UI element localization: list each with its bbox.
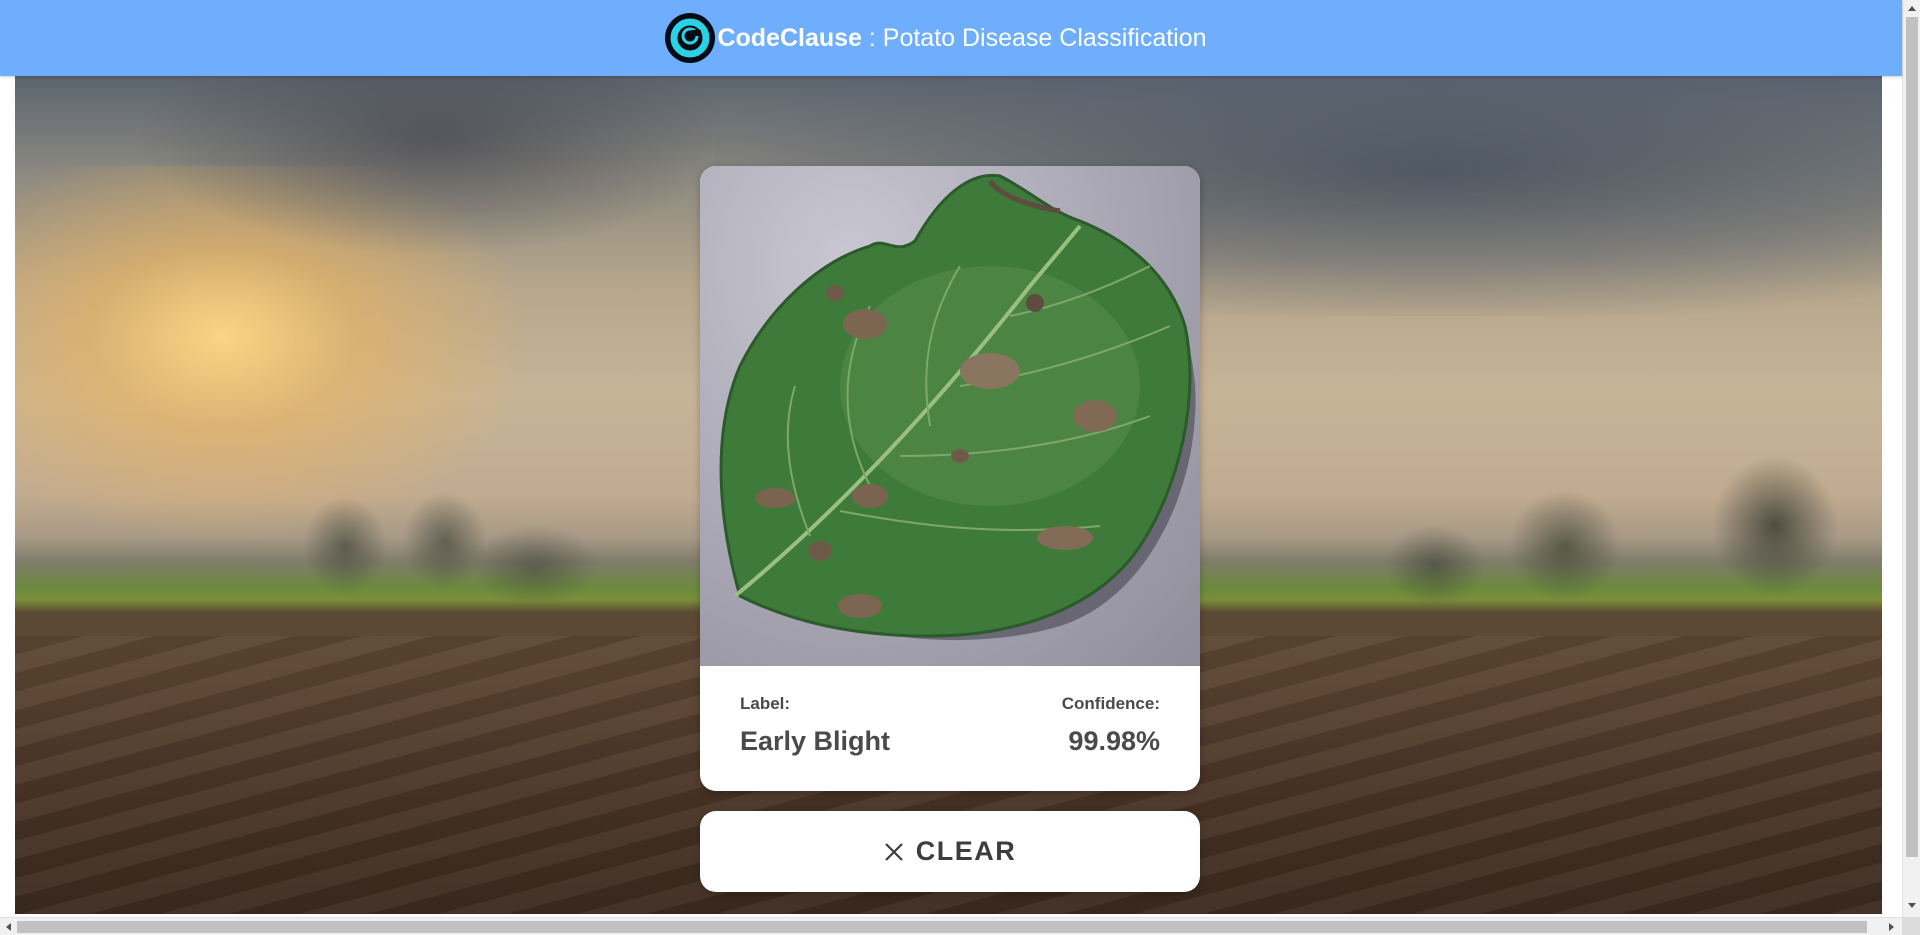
app-header: CodeClause : Potato Disease Classificati… <box>0 0 1902 76</box>
label-value: Early Blight <box>740 726 891 756</box>
scroll-right-arrow-icon[interactable] <box>1889 923 1894 931</box>
horizontal-scrollbar-thumb[interactable] <box>17 921 1867 933</box>
brand: CodeClause : Potato Disease Classificati… <box>665 13 1207 63</box>
label-column: Label: Early Blight <box>740 692 890 757</box>
scroll-down-arrow-icon[interactable] <box>1908 903 1916 908</box>
clear-button-label: CLEAR <box>915 836 1017 866</box>
page-title: CodeClause : Potato Disease Classificati… <box>717 24 1206 53</box>
clear-button[interactable]: CLEAR <box>700 811 1200 892</box>
confidence-caption: Confidence: <box>1061 694 1160 713</box>
confidence-column: Confidence: 99.98% <box>1062 692 1160 757</box>
prediction-details: Label: Early Blight Confidence: 99.98% <box>740 692 1160 757</box>
close-icon <box>884 842 903 861</box>
vertical-scrollbar[interactable] <box>1902 0 1920 917</box>
page-subtitle: : Potato Disease Classification <box>861 23 1207 52</box>
scroll-left-arrow-icon[interactable] <box>6 923 11 931</box>
scroll-up-arrow-icon[interactable] <box>1908 6 1916 11</box>
label-caption: Label: <box>740 694 791 713</box>
vertical-scrollbar-thumb[interactable] <box>1906 17 1918 857</box>
horizontal-scrollbar[interactable] <box>0 917 1902 935</box>
uploaded-leaf-image <box>700 166 1200 666</box>
scrollbar-corner <box>1902 917 1920 935</box>
codeclause-logo-icon <box>665 13 716 63</box>
confidence-value: 99.98% <box>1068 726 1160 756</box>
result-card: Label: Early Blight Confidence: 99.98% <box>700 166 1200 791</box>
brand-name: CodeClause <box>717 23 862 52</box>
